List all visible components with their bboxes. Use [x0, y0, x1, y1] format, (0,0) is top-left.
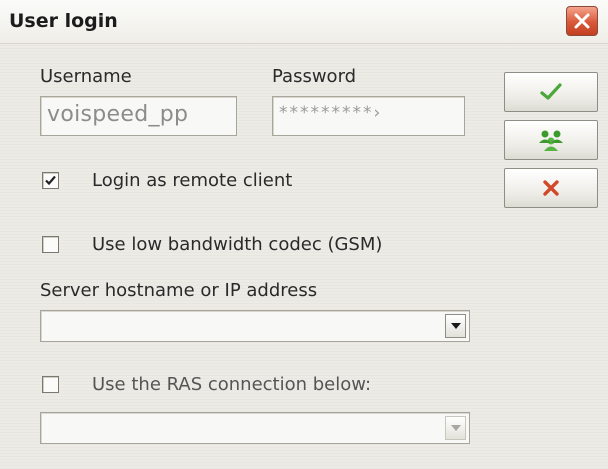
ras-connection-combo[interactable]: [40, 412, 470, 444]
close-x-icon: [574, 13, 590, 29]
checkmark-icon: [45, 175, 56, 186]
users-button[interactable]: [504, 120, 598, 160]
server-hostname-combo[interactable]: [40, 310, 470, 342]
close-button[interactable]: [566, 6, 598, 36]
username-label: Username: [40, 66, 132, 87]
ras-label[interactable]: Use the RAS connection below:: [92, 374, 371, 395]
chevron-down-icon: [450, 323, 461, 329]
ras-checkbox[interactable]: [42, 376, 59, 393]
user-login-dialog: User login Username voispeed_pp Password…: [0, 0, 608, 469]
username-value: voispeed_pp: [47, 102, 189, 127]
password-field[interactable]: *********›: [272, 96, 465, 136]
password-value: *********›: [279, 103, 383, 123]
server-dropdown-button[interactable]: [445, 314, 466, 338]
green-checkmark-icon: [540, 83, 562, 100]
remote-client-checkbox[interactable]: [42, 172, 59, 189]
green-users-group-icon: [539, 130, 563, 151]
low-bandwidth-label[interactable]: Use low bandwidth codec (GSM): [92, 234, 382, 255]
username-field[interactable]: voispeed_pp: [40, 96, 237, 136]
chevron-down-icon: [450, 425, 461, 431]
title-bar: User login: [0, 0, 608, 44]
ok-button[interactable]: [504, 72, 598, 112]
server-hostname-label: Server hostname or IP address: [40, 280, 318, 301]
low-bandwidth-checkbox[interactable]: [42, 236, 59, 253]
remote-client-label[interactable]: Login as remote client: [92, 170, 292, 191]
red-x-icon: [543, 180, 559, 196]
window-title: User login: [9, 10, 118, 32]
password-label: Password: [272, 66, 357, 87]
cancel-button[interactable]: [504, 168, 598, 208]
ras-dropdown-button[interactable]: [445, 416, 466, 440]
